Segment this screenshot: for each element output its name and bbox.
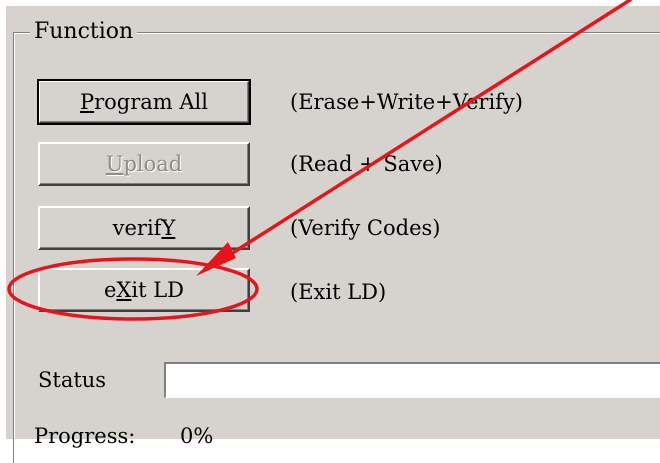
program-all-button[interactable]: Program All — [37, 79, 251, 125]
exit-ld-mnemonic: X — [116, 278, 132, 302]
verify-mnemonic: Y — [161, 216, 176, 240]
top-edge — [0, 0, 660, 6]
verify-label-pre: verif — [112, 216, 162, 240]
program-all-label-post: rogram All — [94, 90, 208, 114]
verify-description: (Verify Codes) — [290, 216, 441, 240]
exit-ld-description: (Exit LD) — [290, 280, 387, 304]
program-all-mnemonic: P — [79, 90, 95, 114]
status-label: Status — [38, 368, 107, 392]
function-group-title: Function — [30, 18, 138, 46]
progress-value: 0% — [180, 424, 214, 448]
upload-description: (Read + Save) — [290, 152, 443, 176]
exit-ld-label-pre: e — [103, 278, 117, 302]
verify-button[interactable]: verif Y — [38, 206, 250, 250]
left-edge — [0, 0, 6, 439]
progress-label: Progress: — [34, 424, 136, 448]
exit-ld-button[interactable]: e Xit LD — [38, 268, 250, 312]
upload-button[interactable]: Upload — [38, 142, 250, 186]
upload-label-post: pload — [123, 152, 183, 176]
upload-mnemonic: U — [105, 152, 124, 176]
status-field — [164, 362, 660, 398]
exit-ld-label-post: it LD — [131, 278, 184, 302]
program-all-description: (Erase+Write+Verify) — [290, 90, 523, 114]
